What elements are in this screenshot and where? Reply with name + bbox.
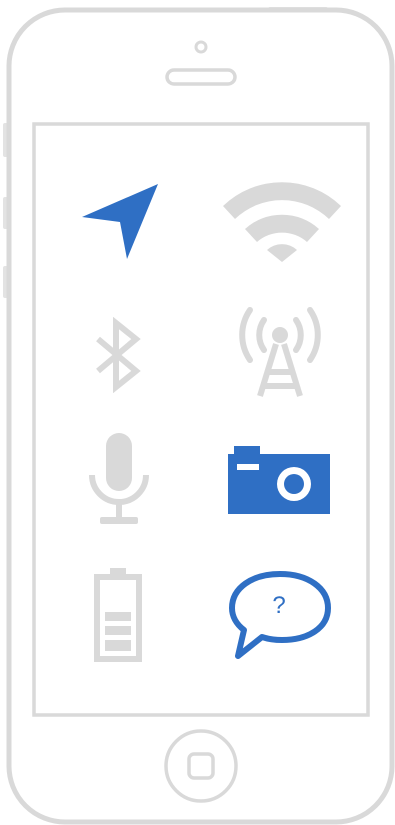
help-question-mark: ? — [272, 592, 286, 619]
phone-frame — [3, 7, 395, 825]
cell-tower-icon[interactable] — [232, 300, 328, 398]
battery-icon[interactable] — [94, 568, 142, 662]
location-arrow-icon[interactable] — [80, 183, 160, 263]
camera-icon[interactable] — [228, 446, 330, 514]
bluetooth-icon[interactable] — [92, 317, 144, 393]
home-button[interactable] — [164, 729, 238, 803]
microphone-icon[interactable] — [86, 431, 152, 527]
wifi-icon[interactable] — [223, 176, 341, 262]
